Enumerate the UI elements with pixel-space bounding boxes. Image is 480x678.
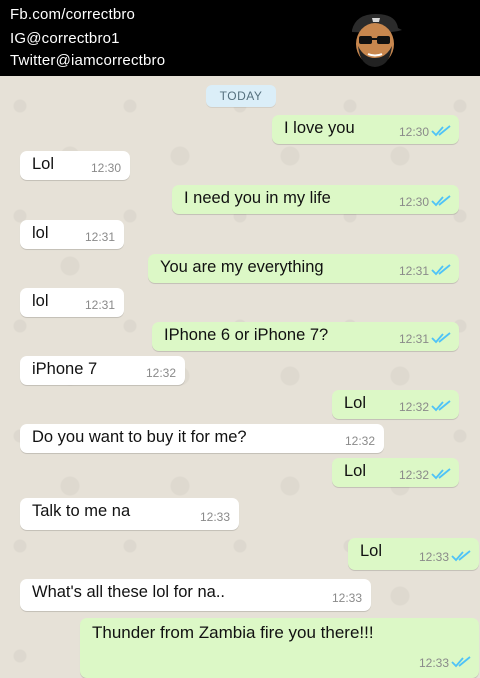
double-check-icon: [431, 468, 451, 480]
message-text: You are my everything: [160, 258, 324, 276]
double-check-icon: [451, 550, 471, 562]
message-text: Thunder from Zambia fire you there!!!: [92, 623, 374, 642]
instagram-handle: IG@correctbro1: [10, 30, 120, 47]
message-time: 12:33: [418, 656, 449, 670]
message-time: 12:32: [145, 366, 176, 380]
message-text: IPhone 6 or iPhone 7?: [164, 326, 329, 344]
double-check-icon: [431, 332, 451, 344]
facebook-handle: Fb.com/correctbro: [10, 6, 136, 23]
message-text: Lol: [344, 462, 367, 480]
message-bubble-outgoing[interactable]: I love you 12:30: [272, 115, 459, 144]
message-bubble-incoming[interactable]: What's all these lol for na.. 12:33: [20, 579, 371, 611]
message-time: 12:32: [344, 434, 375, 448]
message-text: Lol: [344, 394, 367, 412]
message-text: Talk to me na: [32, 502, 131, 520]
message-time: 12:32: [398, 400, 429, 414]
message-bubble-outgoing[interactable]: I need you in my life 12:30: [172, 185, 459, 214]
message-time: 12:33: [331, 591, 362, 605]
message-bubble-outgoing[interactable]: IPhone 6 or iPhone 7? 12:31: [152, 322, 459, 351]
message-bubble-outgoing[interactable]: Lol 12:33: [348, 538, 479, 570]
message-bubble-outgoing[interactable]: Lol 12:32: [332, 458, 459, 487]
message-time: 12:31: [84, 298, 115, 312]
message-time: 12:33: [418, 550, 449, 564]
message-text: lol: [32, 292, 49, 310]
date-chip: TODAY: [206, 85, 276, 107]
message-text: I need you in my life: [184, 189, 331, 207]
message-bubble-incoming[interactable]: lol 12:31: [20, 220, 124, 249]
message-text: I love you: [284, 119, 355, 137]
message-text: Lol: [32, 155, 55, 173]
message-bubble-incoming[interactable]: lol 12:31: [20, 288, 124, 317]
message-bubble-incoming[interactable]: Do you want to buy it for me? 12:32: [20, 424, 384, 453]
message-bubble-outgoing[interactable]: You are my everything 12:31: [148, 254, 459, 283]
watermark-header: Fb.com/correctbro IG@correctbro1 Twitter…: [0, 0, 480, 76]
double-check-icon: [431, 264, 451, 276]
double-check-icon: [431, 195, 451, 207]
message-text: Do you want to buy it for me?: [32, 428, 247, 446]
message-time: 12:30: [398, 195, 429, 209]
message-bubble-incoming[interactable]: iPhone 7 12:32: [20, 356, 185, 385]
message-text: Lol: [360, 542, 383, 560]
avatar: [346, 10, 404, 70]
twitter-handle: Twitter@iamcorrectbro: [10, 52, 166, 69]
chat-area[interactable]: TODAY I love you 12:30 Lol 12:30 I need …: [0, 76, 480, 678]
message-bubble-outgoing[interactable]: Lol 12:32: [332, 390, 459, 419]
message-time: 12:31: [398, 332, 429, 346]
message-time: 12:33: [199, 510, 230, 524]
message-bubble-incoming[interactable]: Talk to me na 12:33: [20, 498, 239, 530]
message-text: lol: [32, 224, 49, 242]
message-text: iPhone 7: [32, 360, 98, 378]
message-time: 12:30: [90, 161, 121, 175]
double-check-icon: [431, 400, 451, 412]
double-check-icon: [451, 656, 471, 668]
message-time: 12:31: [84, 230, 115, 244]
message-time: 12:32: [398, 468, 429, 482]
double-check-icon: [431, 125, 451, 137]
message-time: 12:31: [398, 264, 429, 278]
message-text: What's all these lol for na..: [32, 583, 225, 601]
message-bubble-outgoing[interactable]: Thunder from Zambia fire you there!!! 12…: [80, 618, 479, 678]
message-time: 12:30: [398, 125, 429, 139]
message-bubble-incoming[interactable]: Lol 12:30: [20, 151, 130, 180]
